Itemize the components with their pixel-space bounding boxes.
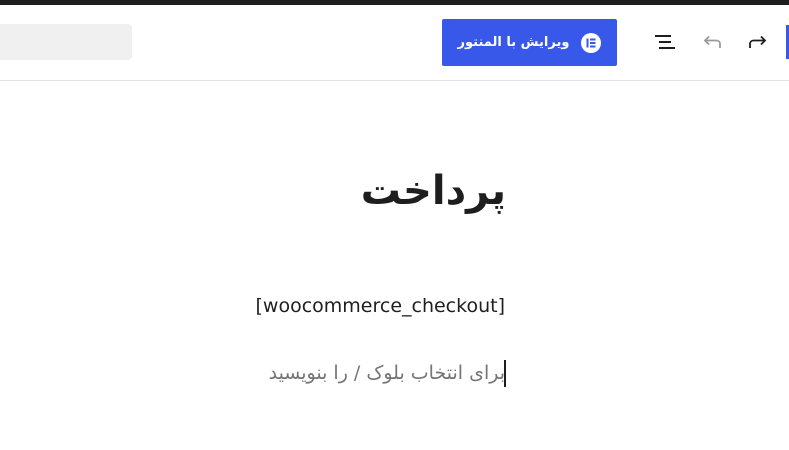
elementor-logo-icon bbox=[581, 32, 602, 53]
command-search-input[interactable] bbox=[0, 24, 132, 60]
redo-icon[interactable] bbox=[746, 30, 770, 54]
page-title[interactable]: پرداخت bbox=[361, 168, 506, 214]
text-caret bbox=[504, 360, 506, 387]
undo-icon[interactable] bbox=[700, 30, 724, 54]
edit-with-elementor-label: ویرایش با المنتور bbox=[457, 35, 570, 50]
empty-paragraph-block[interactable]: برای انتخاب بلوک / را بنویسید bbox=[269, 362, 505, 384]
shortcode-block[interactable]: [woocommerce_checkout] bbox=[256, 295, 506, 317]
list-view-icon[interactable] bbox=[653, 30, 677, 54]
editor-toolbar: ویرایش با المنتور bbox=[0, 5, 789, 81]
edit-with-elementor-button[interactable]: ویرایش با المنتور bbox=[442, 19, 617, 66]
